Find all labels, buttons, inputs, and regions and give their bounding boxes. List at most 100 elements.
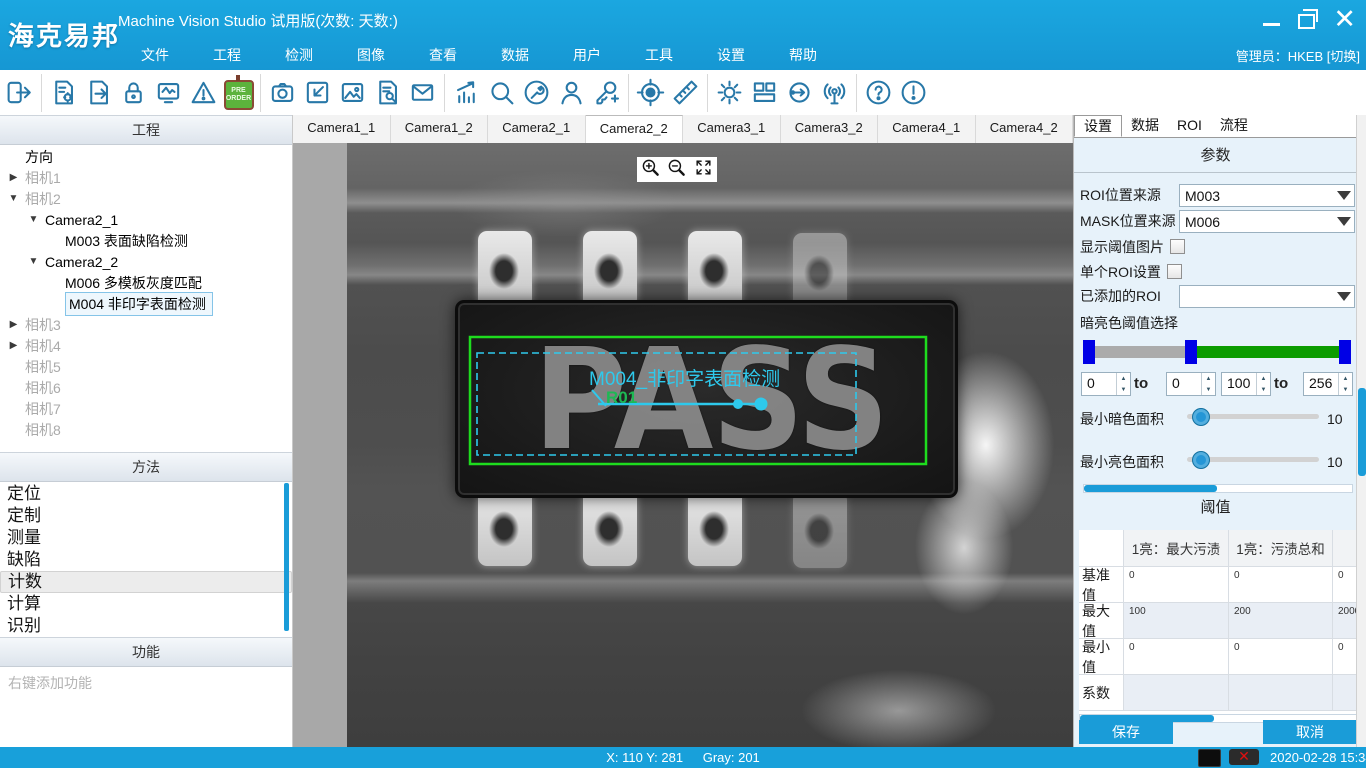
- status-black-icon[interactable]: [1198, 749, 1221, 767]
- roi-handle-dot[interactable]: [733, 399, 743, 409]
- repair-icon[interactable]: [519, 72, 554, 114]
- spin-arrows[interactable]: ▲▼: [1338, 373, 1352, 395]
- alert-icon[interactable]: [896, 72, 931, 114]
- method-item-计算[interactable]: 计算: [0, 593, 292, 615]
- method-item-识别[interactable]: 识别: [0, 615, 292, 635]
- tree-item[interactable]: ▼Camera2_2: [0, 251, 292, 272]
- close-button[interactable]: ✕: [1333, 6, 1356, 32]
- method-item-缺陷[interactable]: 缺陷: [0, 549, 292, 571]
- menu-用户[interactable]: 用户: [551, 42, 623, 68]
- added-roi-dropdown[interactable]: [1179, 285, 1355, 308]
- tree-expand-icon[interactable]: ▶: [8, 172, 19, 183]
- table-cell[interactable]: 200: [1229, 603, 1333, 639]
- method-list-scrollbar[interactable]: [284, 483, 289, 631]
- gear-icon[interactable]: [712, 72, 747, 114]
- params-hscrollbar[interactable]: [1083, 484, 1353, 493]
- menu-检测[interactable]: 检测: [263, 42, 335, 68]
- bright-low-spinbox[interactable]: 100 ▲▼: [1221, 372, 1271, 396]
- ruler-icon[interactable]: [668, 72, 703, 114]
- logout-icon[interactable]: [2, 72, 37, 114]
- cancel-button[interactable]: 取消: [1263, 720, 1357, 744]
- target-icon[interactable]: [633, 72, 668, 114]
- restore-button[interactable]: [1298, 14, 1315, 29]
- tree-item[interactable]: 相机7: [0, 398, 292, 419]
- table-cell[interactable]: [1124, 675, 1229, 711]
- camera-tab-Camera2_1[interactable]: Camera2_1: [488, 115, 586, 143]
- slider-handle-low[interactable]: [1083, 340, 1095, 364]
- lock-icon[interactable]: [116, 72, 151, 114]
- table-cell[interactable]: 2000: [1333, 603, 1357, 639]
- spin-arrows[interactable]: ▲▼: [1201, 373, 1215, 395]
- save-button[interactable]: 保存: [1079, 720, 1173, 744]
- tree-collapse-icon[interactable]: ▼: [28, 214, 39, 225]
- table-cell[interactable]: 0: [1333, 639, 1357, 675]
- monitor-icon[interactable]: [151, 72, 186, 114]
- slider-handle[interactable]: [1192, 451, 1210, 469]
- image-viewport[interactable]: PASS M004_非印字表面检测 R01: [293, 143, 1073, 747]
- menu-文件[interactable]: 文件: [119, 42, 191, 68]
- menu-工具[interactable]: 工具: [623, 42, 695, 68]
- table-column-header[interactable]: 1亮：最大污渍: [1124, 530, 1229, 567]
- table-cell[interactable]: [1229, 675, 1333, 711]
- show-threshold-image-checkbox[interactable]: [1170, 239, 1185, 254]
- tree-item[interactable]: 相机6: [0, 377, 292, 398]
- status-error-icon[interactable]: ✕: [1229, 749, 1259, 765]
- sync-icon[interactable]: [782, 72, 817, 114]
- camera-tab-Camera4_1[interactable]: Camera4_1: [878, 115, 976, 143]
- tree-item[interactable]: 方向: [0, 146, 292, 167]
- tree-item[interactable]: 相机8: [0, 419, 292, 440]
- tree-item[interactable]: M004 非印字表面检测: [0, 293, 292, 314]
- doc-search-icon[interactable]: [370, 72, 405, 114]
- mask-source-dropdown[interactable]: M006: [1179, 210, 1355, 233]
- fit-screen-icon[interactable]: [694, 158, 713, 182]
- method-item-测量[interactable]: 测量: [0, 527, 292, 549]
- image-icon[interactable]: [335, 72, 370, 114]
- menu-工程[interactable]: 工程: [191, 42, 263, 68]
- roi-rotate-handle-dot[interactable]: [755, 398, 768, 411]
- import-icon[interactable]: [300, 72, 335, 114]
- table-column-header[interactable]: 1亮：: [1333, 530, 1357, 567]
- table-cell[interactable]: 0: [1124, 639, 1229, 675]
- switch-user-link[interactable]: [切换]: [1327, 49, 1360, 64]
- table-cell[interactable]: [1333, 675, 1357, 711]
- slider-handle-mid[interactable]: [1185, 340, 1197, 364]
- tree-item[interactable]: ▶相机3: [0, 314, 292, 335]
- user-icon[interactable]: [554, 72, 589, 114]
- chevron-down-icon[interactable]: [1334, 286, 1354, 307]
- dark-high-spinbox[interactable]: 0 ▲▼: [1166, 372, 1216, 396]
- broadcast-icon[interactable]: [817, 72, 852, 114]
- method-item-定制[interactable]: 定制: [0, 505, 292, 527]
- table-cell[interactable]: 0: [1124, 567, 1229, 603]
- chevron-down-icon[interactable]: [1334, 185, 1354, 206]
- warning-icon[interactable]: [186, 72, 221, 114]
- slider-handle-high[interactable]: [1339, 340, 1351, 364]
- settings-tab-ROI[interactable]: ROI: [1168, 115, 1211, 137]
- zoom-in-icon[interactable]: [641, 158, 660, 182]
- settings-vscrollbar[interactable]: [1356, 115, 1366, 747]
- settings-tab-设置[interactable]: 设置: [1074, 115, 1122, 137]
- camera-icon[interactable]: [265, 72, 300, 114]
- table-cell[interactable]: 0: [1333, 567, 1357, 603]
- scrollbar-thumb[interactable]: [1358, 388, 1366, 476]
- table-cell[interactable]: 0: [1229, 567, 1333, 603]
- tree-item[interactable]: M003 表面缺陷检测: [0, 230, 292, 251]
- tree-item[interactable]: ▼相机2: [0, 188, 292, 209]
- tree-expand-icon[interactable]: ▶: [8, 340, 19, 351]
- spin-arrows[interactable]: ▲▼: [1116, 373, 1130, 395]
- minimize-button[interactable]: [1263, 23, 1280, 26]
- doc-export-icon[interactable]: [81, 72, 116, 114]
- tree-item[interactable]: 相机5: [0, 356, 292, 377]
- camera-tab-Camera3_1[interactable]: Camera3_1: [683, 115, 781, 143]
- roi-rectangle-green[interactable]: [470, 337, 926, 464]
- table-column-header[interactable]: 1亮：污渍总和: [1229, 530, 1333, 567]
- menu-图像[interactable]: 图像: [335, 42, 407, 68]
- layout-icon[interactable]: [747, 72, 782, 114]
- key-add-icon[interactable]: [589, 72, 624, 114]
- tree-collapse-icon[interactable]: ▼: [28, 256, 39, 267]
- tree-item[interactable]: M006 多模板灰度匹配: [0, 272, 292, 293]
- help-icon[interactable]: [861, 72, 896, 114]
- tree-expand-icon[interactable]: ▶: [8, 319, 19, 330]
- bright-high-spinbox[interactable]: 256 ▲▼: [1303, 372, 1353, 396]
- preorder-icon[interactable]: PRE ORDER: [221, 72, 256, 114]
- roi-source-dropdown[interactable]: M003: [1179, 184, 1355, 207]
